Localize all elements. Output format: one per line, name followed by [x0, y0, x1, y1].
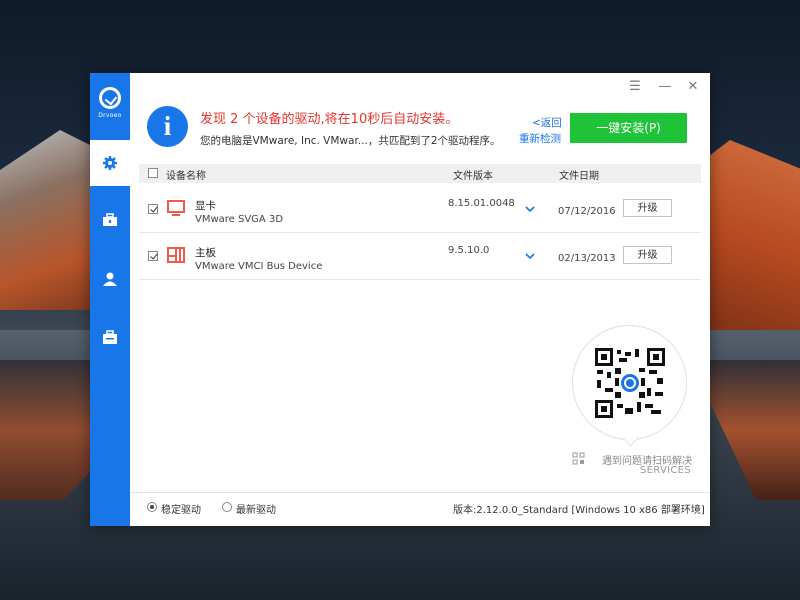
one-click-install-button[interactable]: 一键安装(P): [570, 113, 687, 143]
driver-installer-window: Drvoeo ☰ — ✕ i 发现 2 个设备的驱动,将在10秒后自动安装。 您…: [90, 73, 710, 526]
driver-table-header: 设备名称 文件版本 文件日期: [139, 164, 701, 183]
sidebar-item-user[interactable]: [90, 256, 130, 302]
version-info: 版本:2.12.0.0_Standard [Windows 10 x86 部署环…: [453, 505, 705, 516]
minimize-button[interactable]: —: [657, 79, 673, 95]
toolbox-icon: [103, 213, 117, 226]
briefcase-icon: [103, 330, 117, 344]
sidebar-item-toolbox[interactable]: [90, 197, 130, 243]
row-checkbox[interactable]: [148, 251, 158, 261]
stable-driver-label[interactable]: 稳定驱动: [161, 501, 201, 516]
menu-button[interactable]: ☰: [627, 79, 643, 95]
row-checkbox[interactable]: [148, 204, 158, 214]
stable-driver-radio[interactable]: [147, 502, 157, 512]
computer-summary: 您的电脑是VMware, Inc. VMwar...，共匹配到了2个驱动程序。: [200, 135, 501, 147]
driver-version: 9.5.10.0: [448, 245, 490, 256]
latest-driver-radio[interactable]: [222, 502, 232, 512]
close-button[interactable]: ✕: [685, 79, 701, 95]
upgrade-button[interactable]: 升级: [623, 246, 672, 264]
info-icon: i: [147, 106, 188, 147]
table-row: 主板 VMware VMCI Bus Device 9.5.10.0 02/13…: [139, 233, 701, 280]
latest-driver-label[interactable]: 最新驱动: [236, 501, 276, 516]
gear-icon: [103, 156, 117, 170]
footer-divider: [130, 492, 710, 493]
select-all-checkbox[interactable]: [148, 168, 158, 178]
device-category: 主板: [195, 247, 216, 259]
row-divider: [139, 279, 701, 280]
driver-version: 8.15.01.0048: [448, 198, 515, 209]
recheck-link[interactable]: 重新检测: [519, 131, 561, 146]
device-category: 显卡: [195, 200, 216, 212]
upgrade-button[interactable]: 升级: [623, 199, 672, 217]
chevron-down-icon[interactable]: [525, 251, 535, 261]
sidebar-item-backup[interactable]: [90, 314, 130, 360]
column-device-name: 设备名称: [166, 171, 206, 182]
motherboard-icon: [167, 247, 185, 263]
scan-icon: [572, 452, 585, 465]
main-panel: ☰ — ✕ i 发现 2 个设备的驱动,将在10秒后自动安装。 您的电脑是VMw…: [130, 73, 710, 526]
device-model: VMware SVGA 3D: [195, 214, 284, 225]
status-headline: 发现 2 个设备的驱动,将在10秒后自动安装。: [200, 112, 459, 127]
user-icon: [103, 272, 117, 286]
monitor-icon: [167, 200, 185, 216]
service-sublabel: SERVICES: [640, 465, 691, 476]
driver-date: 02/13/2013: [558, 253, 616, 264]
device-model: VMware VMCI Bus Device: [195, 261, 323, 272]
back-link[interactable]: <返回: [532, 115, 562, 130]
logo-icon: [99, 87, 121, 109]
driver-date: 07/12/2016: [558, 206, 616, 217]
column-file-date: 文件日期: [559, 171, 599, 182]
table-row: 显卡 VMware SVGA 3D 8.15.01.0048 07/12/201…: [139, 186, 701, 233]
qr-code-icon: [595, 348, 665, 418]
chevron-down-icon[interactable]: [525, 204, 535, 214]
sidebar: Drvoeo: [90, 73, 130, 526]
logo-text: Drvoeo: [98, 112, 122, 119]
column-file-version: 文件版本: [453, 171, 493, 182]
sidebar-item-drivers[interactable]: [90, 140, 130, 186]
app-logo: Drvoeo: [90, 87, 130, 119]
